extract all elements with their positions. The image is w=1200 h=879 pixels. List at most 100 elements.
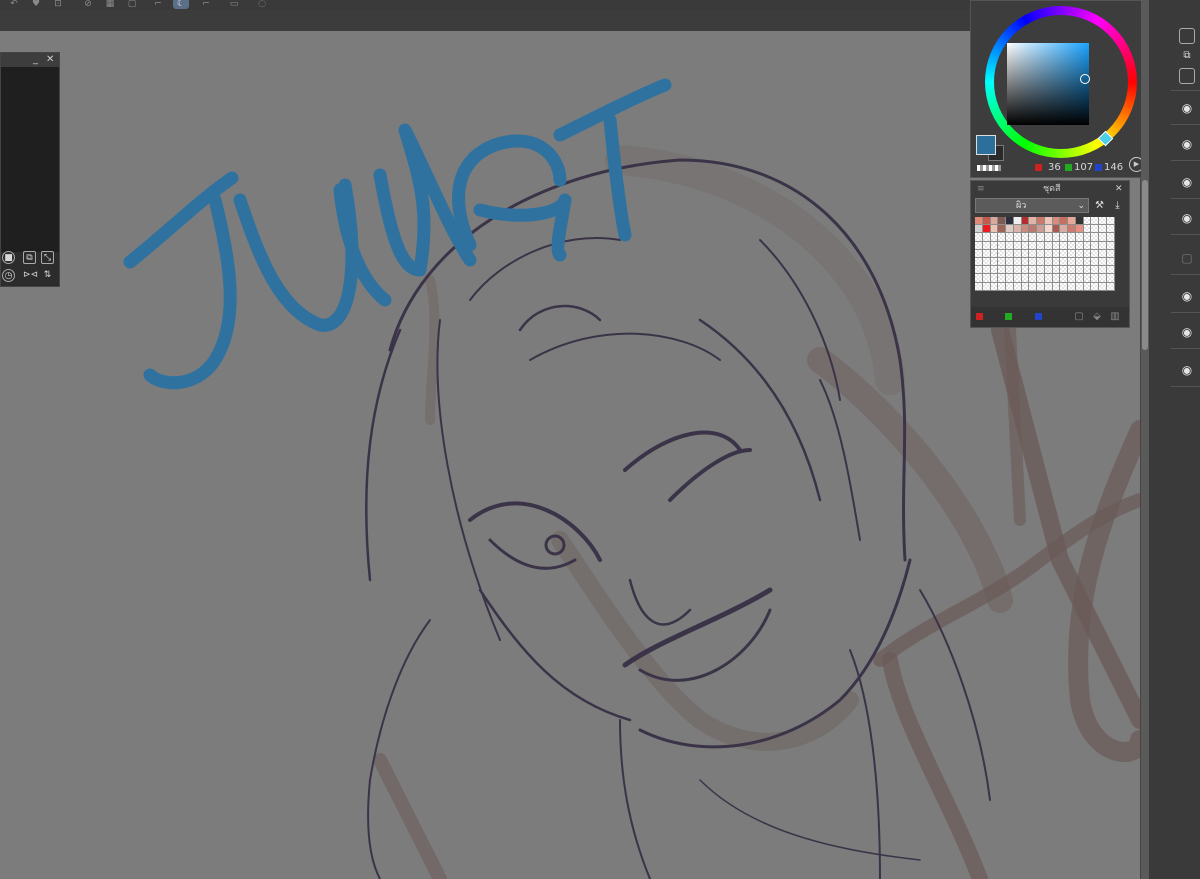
new-color-icon[interactable]: ▢ [1073,311,1085,323]
color-swatch[interactable] [1006,282,1014,291]
color-swatch[interactable] [1060,266,1069,275]
color-swatch[interactable] [975,217,983,226]
color-set-titlebar[interactable]: ≡ ชุดสี ✕ [971,181,1129,197]
color-swatch[interactable] [1083,225,1092,234]
sv-cursor[interactable] [1080,74,1090,84]
color-swatch[interactable] [1029,225,1038,234]
ruler-icon[interactable]: ▢ [124,0,140,9]
visibility-eye-icon[interactable]: ◉ [1177,210,1197,226]
color-swatch[interactable] [1044,249,1053,258]
visibility-eye-icon[interactable]: ◉ [1177,100,1197,116]
color-swatch[interactable] [1099,241,1108,250]
color-swatch[interactable] [1075,257,1084,267]
color-swatch[interactable] [1013,233,1022,242]
color-swatch[interactable] [1052,225,1061,234]
color-swatch[interactable] [1075,225,1084,234]
layer-property-icon[interactable] [1179,28,1195,44]
color-swatch[interactable] [1052,233,1061,242]
color-swatch[interactable] [1083,266,1092,275]
color-swatch[interactable] [975,282,983,291]
layer-scrollbar[interactable] [1141,0,1149,879]
color-swatch[interactable] [1099,233,1108,242]
close-button[interactable]: ✕ [1115,181,1123,197]
color-swatch[interactable] [1037,282,1045,291]
color-swatch[interactable] [1083,282,1092,291]
color-swatch[interactable] [1068,274,1076,283]
color-swatch[interactable] [1029,217,1038,226]
color-swatch[interactable] [1060,249,1069,258]
navigator-view[interactable] [1,67,59,252]
color-swatch[interactable] [1060,217,1069,226]
transparent-color-swatch[interactable] [977,165,1001,171]
color-swatch[interactable] [1013,266,1022,275]
color-swatch[interactable] [1099,217,1108,226]
color-swatch[interactable] [1021,225,1030,234]
visibility-eye-icon[interactable]: ◉ [1177,324,1197,340]
color-swatch[interactable] [1091,274,1100,283]
color-swatch[interactable] [1013,249,1022,258]
color-swatch[interactable] [1044,266,1053,275]
color-swatch[interactable] [1006,274,1014,283]
color-swatch[interactable] [990,274,999,283]
color-swatch[interactable] [1037,225,1045,234]
crop-icon[interactable]: ⊘ [80,0,96,9]
color-swatch[interactable] [1021,266,1030,275]
color-swatch[interactable] [1107,233,1115,242]
color-swatch[interactable] [1068,241,1076,250]
color-swatch[interactable] [982,241,991,250]
color-swatch[interactable] [982,217,991,226]
color-swatch[interactable] [1029,257,1038,267]
color-swatch[interactable] [975,274,983,283]
color-swatch[interactable] [1021,282,1030,291]
color-swatch[interactable] [1091,266,1100,275]
minimize-button[interactable]: _ [33,53,38,67]
visibility-eye-icon[interactable]: ▢ [1177,250,1197,266]
color-swatch[interactable] [982,266,991,275]
visibility-eye-icon[interactable]: ◉ [1177,362,1197,378]
color-swatch[interactable] [1013,282,1022,291]
color-swatch[interactable] [1021,274,1030,283]
color-swatch[interactable] [1052,266,1061,275]
color-swatch[interactable] [1083,249,1092,258]
color-swatch[interactable] [990,257,999,267]
color-swatch[interactable] [1107,257,1115,267]
color-swatch[interactable] [1044,241,1053,250]
color-swatch[interactable] [1107,249,1115,258]
color-swatch[interactable] [1075,249,1084,258]
color-swatch[interactable] [998,217,1007,226]
color-swatch[interactable] [1107,225,1115,234]
color-swatch[interactable] [998,249,1007,258]
color-swatch[interactable] [1107,217,1115,226]
color-swatch[interactable] [982,257,991,267]
color-swatch[interactable] [998,225,1007,234]
menu-icon[interactable]: ≡ [977,181,985,197]
color-swatch[interactable] [1044,233,1053,242]
blue-value[interactable]: 146 [1104,161,1123,175]
color-swatch[interactable] [1075,233,1084,242]
red-value[interactable]: 36 [1048,161,1061,175]
color-swatch[interactable] [975,249,983,258]
color-swatch[interactable] [1107,282,1115,291]
color-swatch-grid[interactable] [975,217,1115,291]
color-swatch[interactable] [1029,282,1038,291]
color-swatch[interactable] [1006,241,1014,250]
color-swatch[interactable] [1052,241,1061,250]
color-swatch[interactable] [1060,257,1069,267]
rotate-icon[interactable]: ◷ [2,269,15,282]
flip-vertical-icon[interactable]: ⇅ [41,269,54,282]
color-swatch[interactable] [1052,282,1061,291]
color-swatch[interactable] [1021,249,1030,258]
color-swatch[interactable] [1068,257,1076,267]
color-swatch[interactable] [1099,274,1108,283]
select-icon[interactable]: ⌐ [198,0,214,9]
flip-horizontal-icon[interactable]: ⊳⊲ [23,269,38,282]
grid-icon[interactable]: ▦ [102,0,118,9]
color-swatch[interactable] [1099,266,1108,275]
color-swatch[interactable] [998,233,1007,242]
delete-icon[interactable]: ▥ [1109,311,1121,323]
color-swatch[interactable] [990,217,999,226]
color-swatch[interactable] [982,274,991,283]
color-swatch[interactable] [1083,217,1092,226]
color-swatch[interactable] [1083,241,1092,250]
color-swatch[interactable] [1044,274,1053,283]
